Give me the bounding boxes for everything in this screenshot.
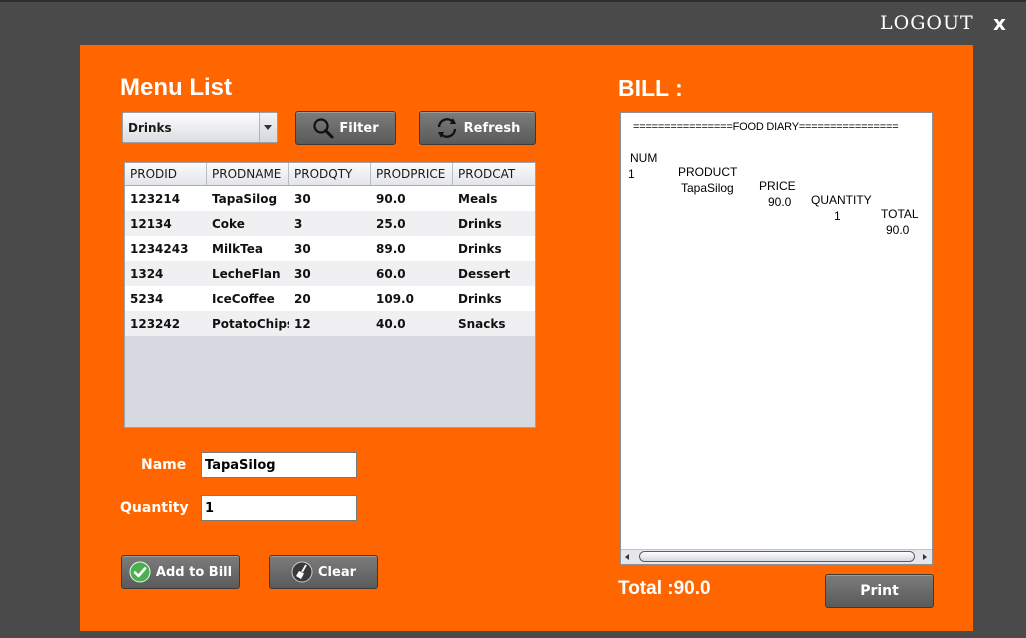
cell-prodid: 5234 [130, 292, 164, 306]
quantity-label: Quantity [120, 500, 189, 516]
bill-separator: ================FOOD DIARY==============… [633, 121, 899, 133]
cell-prodprice: 25.0 [376, 217, 406, 231]
cell-prodid: 1234243 [130, 242, 189, 256]
cell-prodqty: 30 [294, 267, 311, 281]
menu-list-title: Menu List [120, 74, 232, 101]
cell-prodid: 12134 [130, 217, 172, 231]
logout-button[interactable]: LOGOUT [880, 12, 974, 34]
bill-item-quantity: 1 [834, 209, 841, 223]
cell-prodcat: Meals [458, 192, 498, 206]
print-button[interactable]: Print [825, 574, 934, 608]
cell-prodprice: 89.0 [376, 242, 406, 256]
cell-prodcat: Drinks [458, 242, 502, 256]
refresh-button[interactable]: Refresh [419, 111, 536, 145]
scroll-right-icon[interactable] [918, 550, 932, 564]
bill-item-price: 90.0 [768, 195, 792, 209]
bill-col-price: PRICE [759, 179, 796, 193]
column-header-prodcat[interactable]: PRODCAT [453, 163, 535, 185]
cell-prodname: Coke [212, 217, 245, 231]
cell-prodqty: 20 [294, 292, 311, 306]
cell-prodqty: 12 [294, 317, 311, 331]
cell-prodid: 1324 [130, 267, 164, 281]
cell-prodcat: Snacks [458, 317, 506, 331]
cell-prodname: PotatoChips [212, 317, 289, 331]
bill-total: Total :90.0 [618, 578, 711, 599]
cell-prodprice: 60.0 [376, 267, 406, 281]
cell-prodcat: Drinks [458, 292, 502, 306]
horizontal-scrollbar[interactable] [621, 549, 932, 564]
top-border [0, 0, 1026, 2]
bill-item-row: 1 TapaSilog 90.0 1 90.0 [621, 153, 932, 237]
cell-prodqty: 30 [294, 242, 311, 256]
bill-col-total: TOTAL [881, 207, 919, 221]
quantity-field[interactable] [201, 495, 357, 521]
cell-prodprice: 109.0 [376, 292, 414, 306]
category-select-value: Drinks [128, 121, 172, 135]
broom-icon [291, 561, 313, 583]
scroll-left-icon[interactable] [621, 550, 635, 564]
clear-button-label: Clear [318, 564, 356, 580]
table-row[interactable]: 1234243 MilkTea 30 89.0 Drinks [125, 236, 535, 261]
bill-text-area[interactable]: ================FOOD DIARY==============… [620, 112, 933, 565]
filter-button[interactable]: Filter [295, 111, 396, 145]
bill-col-quantity: QUANTITY [811, 193, 872, 207]
refresh-button-label: Refresh [463, 120, 521, 136]
bill-header-row: NUM PRODUCT PRICE QUANTITY TOTAL [621, 137, 932, 221]
check-circle-icon [129, 561, 151, 583]
name-field[interactable] [201, 452, 357, 478]
column-header-prodqty[interactable]: PRODQTY [289, 163, 371, 185]
table-row[interactable]: 1324 LecheFlan 30 60.0 Dessert [125, 261, 535, 286]
bill-content: ================FOOD DIARY==============… [621, 121, 932, 237]
print-button-label: Print [860, 583, 899, 599]
name-label: Name [141, 457, 187, 473]
cell-prodid: 123214 [130, 192, 181, 206]
bill-item-product: TapaSilog [681, 181, 734, 195]
cell-prodname: TapaSilog [212, 192, 278, 206]
table-row[interactable]: 5234 IceCoffee 20 109.0 Drinks [125, 286, 535, 311]
menu-table: PRODID PRODNAME PRODQTY PRODPRICE PRODCA… [124, 162, 536, 428]
bill-title: BILL : [618, 75, 683, 101]
table-row[interactable]: 12134 Coke 3 25.0 Drinks [125, 211, 535, 236]
add-to-bill-button[interactable]: Add to Bill [121, 555, 240, 589]
scrollbar-thumb[interactable] [639, 551, 915, 562]
search-icon [312, 117, 334, 139]
cell-prodid: 123242 [130, 317, 181, 331]
cell-prodname: IceCoffee [212, 292, 275, 306]
cell-prodqty: 3 [294, 217, 303, 231]
column-header-prodprice[interactable]: PRODPRICE [371, 163, 453, 185]
bill-item-num: 1 [628, 167, 635, 181]
table-row[interactable]: 123214 TapaSilog 30 90.0 Meals [125, 186, 535, 211]
close-button[interactable]: x [993, 11, 1006, 35]
category-select[interactable]: Drinks [122, 112, 278, 143]
cell-prodprice: 40.0 [376, 317, 406, 331]
top-bar: LOGOUT x [0, 0, 1026, 45]
cell-prodcat: Dessert [458, 267, 511, 281]
add-to-bill-label: Add to Bill [155, 564, 233, 580]
cell-prodcat: Drinks [458, 217, 502, 231]
filter-button-label: Filter [339, 120, 379, 136]
clear-button[interactable]: Clear [269, 555, 378, 589]
refresh-icon [435, 116, 459, 140]
table-header: PRODID PRODNAME PRODQTY PRODPRICE PRODCA… [125, 163, 535, 186]
chevron-down-icon[interactable] [259, 113, 277, 142]
cell-prodqty: 30 [294, 192, 311, 206]
table-row[interactable]: 123242 PotatoChips 12 40.0 Snacks [125, 311, 535, 336]
cell-prodprice: 90.0 [376, 192, 406, 206]
column-header-prodname[interactable]: PRODNAME [207, 163, 289, 185]
bill-item-total: 90.0 [886, 223, 910, 237]
cell-prodname: MilkTea [212, 242, 263, 256]
column-header-prodid[interactable]: PRODID [125, 163, 207, 185]
cell-prodname: LecheFlan [212, 267, 281, 281]
